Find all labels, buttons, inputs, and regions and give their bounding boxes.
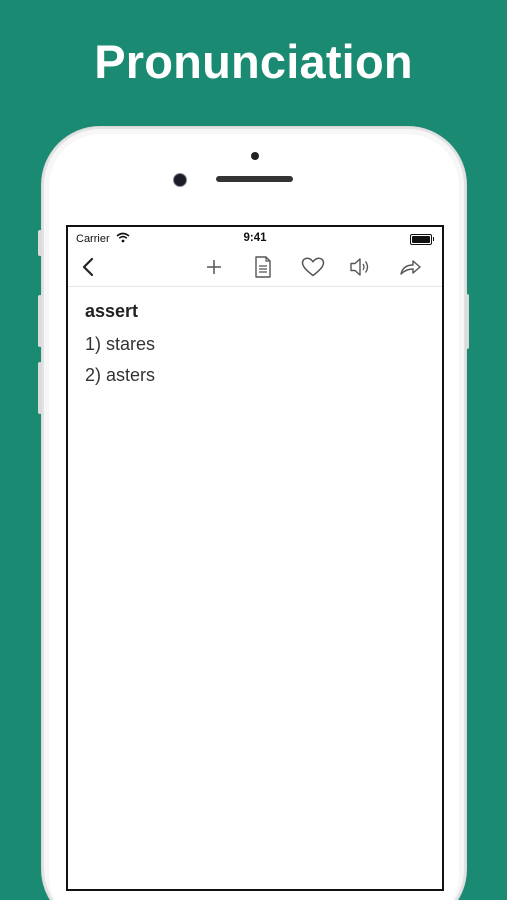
phone-volume-up xyxy=(38,295,42,347)
phone-sensor xyxy=(251,152,259,160)
status-time: 9:41 xyxy=(243,232,267,244)
phone-mute-switch xyxy=(38,230,42,256)
headline: Pronunciation xyxy=(94,35,413,88)
status-bar: Carrier 9:41 xyxy=(68,227,442,249)
app-store-screenshot: Pronunciation Carrier 9:41 assert 1) sta… xyxy=(0,0,507,900)
document-icon xyxy=(254,256,272,278)
phone-earpiece xyxy=(216,176,293,182)
heart-icon xyxy=(301,257,325,277)
result-line: 1) stares xyxy=(85,334,156,354)
phone-screen: Carrier 9:41 assert 1) stares 2) asters xyxy=(66,225,444,891)
entry-word: assert xyxy=(85,301,139,321)
favorite-button[interactable] xyxy=(297,252,329,282)
front-camera xyxy=(174,174,186,186)
toolbar xyxy=(68,249,442,287)
entry-content: assert 1) stares 2) asters xyxy=(68,287,442,410)
phone-power-button xyxy=(465,294,469,349)
phone-volume-down xyxy=(38,362,42,414)
battery-fill xyxy=(412,236,430,243)
pronounce-button[interactable] xyxy=(345,252,377,282)
share-icon xyxy=(399,258,423,276)
add-button[interactable] xyxy=(198,252,230,282)
share-button[interactable] xyxy=(395,252,427,282)
battery-icon xyxy=(410,234,434,245)
plus-icon xyxy=(205,258,223,276)
result-line: 2) asters xyxy=(85,365,156,385)
back-chevron-icon xyxy=(81,257,95,277)
document-button[interactable] xyxy=(247,252,279,282)
back-button[interactable] xyxy=(72,252,104,282)
speaker-icon xyxy=(349,256,373,278)
